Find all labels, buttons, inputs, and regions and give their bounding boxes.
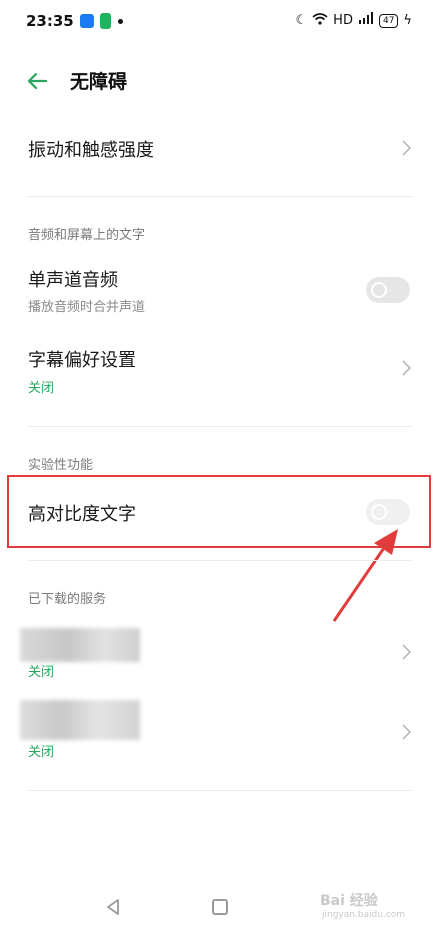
caption-status: 关闭 [28,381,55,396]
app-notification-icon-2 [100,13,111,29]
chevron-right-icon [400,358,414,378]
divider [28,790,412,791]
wifi-icon [312,12,328,29]
service-2-status: 关闭 [28,745,55,760]
nav-home-icon[interactable] [212,899,228,915]
moon-icon: ☾ [295,13,308,28]
watermark-logo: Bai 经验 [320,893,378,909]
divider [28,196,412,197]
section-header-audio: 音频和屏幕上的文字 [28,228,146,243]
blurred-service-name [20,700,140,740]
high-contrast-text-title: 高对比度文字 [28,504,136,525]
high-contrast-text-toggle[interactable] [366,499,410,525]
status-time: 23:35 [26,12,74,30]
chevron-right-icon[interactable] [400,722,414,742]
caption-preferences-item[interactable]: 字幕偏好设置 [28,346,136,372]
toggle-knob [371,282,387,298]
app-notification-icon [80,14,94,28]
section-header-experimental: 实验性功能 [28,458,94,473]
toggle-knob [371,504,387,520]
divider [28,560,412,561]
mono-audio-toggle[interactable] [366,277,410,303]
status-right-group: ☾ HD 47 ϟ [296,12,412,29]
signal-icon [358,12,374,29]
nav-back-icon[interactable] [103,897,123,917]
back-arrow-icon[interactable] [24,68,50,94]
divider [28,426,412,427]
network-type: HD [333,13,353,28]
vibration-intensity-item[interactable]: 振动和触感强度 [28,136,154,162]
red-arrow-icon [330,525,406,625]
watermark-url: jingyan.baidu.com [322,910,406,920]
more-notifications-dot-icon [118,19,123,24]
page-title: 无障碍 [70,71,128,93]
chevron-right-icon[interactable] [400,642,414,662]
mono-audio-title: 单声道音频 [28,270,118,291]
chevron-right-icon [400,138,414,158]
service-1-status: 关闭 [28,665,55,680]
charging-icon: ϟ [403,13,412,28]
blurred-service-name [20,628,140,662]
mono-audio-subtitle: 播放音频时合并声道 [28,300,146,315]
section-header-downloaded: 已下载的服务 [28,592,107,607]
battery-icon: 47 [378,13,399,28]
